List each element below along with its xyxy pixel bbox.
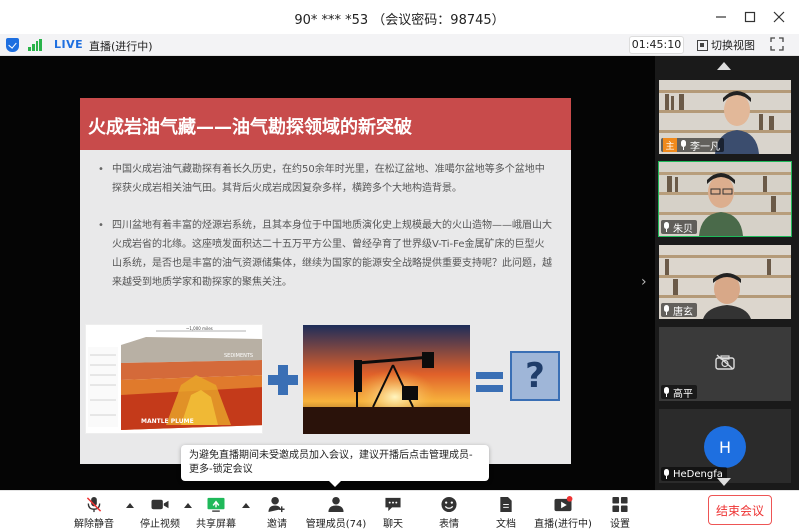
video-options-caret-icon[interactable] — [184, 503, 192, 508]
smiley-icon — [441, 496, 457, 513]
plus-sign — [268, 365, 298, 395]
mic-icon — [663, 222, 670, 232]
meeting-timer: 01:45:10 — [629, 36, 684, 54]
add-user-icon — [268, 496, 285, 513]
participant-tile[interactable]: H HeDengfa — [659, 409, 791, 483]
manage-members-label: 管理成员(74) — [305, 519, 367, 530]
meeting-title: 90* *** *53 （会议密码：98745） — [294, 13, 505, 28]
reactions-label: 表情 — [439, 519, 459, 530]
host-icon: 主 — [663, 138, 677, 152]
share-screen-button[interactable]: 共享屏幕 — [194, 496, 238, 530]
participant-name: 唐玄 — [673, 306, 693, 318]
participant-nameplate: 高平 — [661, 385, 697, 400]
chevron-right-icon[interactable]: › — [641, 274, 647, 290]
participant-tile[interactable]: 高平 — [659, 327, 791, 401]
security-shield-icon[interactable] — [6, 38, 19, 52]
camera-off-icon — [715, 354, 735, 370]
mic-icon — [663, 387, 670, 397]
chat-icon — [385, 497, 401, 512]
share-options-caret-icon[interactable] — [242, 503, 250, 508]
minimize-icon — [716, 16, 726, 18]
stop-video-label: 停止视频 — [140, 519, 180, 530]
maximize-icon — [744, 11, 756, 23]
settings-label: 设置 — [610, 519, 630, 530]
switch-view-label: 切换视图 — [711, 39, 755, 52]
pumpjack-image — [303, 325, 470, 434]
grid-view-icon — [697, 39, 708, 51]
slide-bullet: 四川盆地有着丰富的烃源岩系统，且其本身位于中国地质演化史上规模最大的火山造物——… — [98, 216, 554, 292]
invite-label: 邀请 — [267, 519, 287, 530]
close-icon — [773, 11, 785, 23]
slide-bullet: 中国火成岩油气藏勘探有着长久历史，在约50余年时光里，在松辽盆地、准噶尔盆地等多… — [98, 160, 554, 198]
meeting-toolbar: 解除静音 停止视频 共享屏幕 邀请 管理成员(74) 聊天 表情 文档 直播(进… — [0, 490, 799, 532]
gallery-scroll-down-icon[interactable] — [717, 478, 731, 486]
chat-label: 聊天 — [383, 519, 403, 530]
settings-grid-icon — [612, 496, 628, 513]
fullscreen-icon — [770, 37, 784, 51]
manage-members-button[interactable]: 管理成员(74) — [306, 496, 366, 530]
participant-name: 李一凡 — [690, 141, 720, 153]
live-status-text: 直播(进行中) — [89, 40, 153, 53]
tooltip-text: 为避免直播期间未受邀成员加入会议，建议开播后点击管理成员-更多-锁定会议 — [189, 450, 473, 475]
gallery-scroll-up-icon[interactable] — [717, 62, 731, 70]
participant-tile[interactable]: 主 李一凡 — [659, 80, 791, 154]
participant-nameplate: 唐玄 — [661, 303, 697, 318]
live-stream-button[interactable]: 直播(进行中) — [534, 496, 592, 530]
documents-label: 文档 — [496, 519, 516, 530]
slide-body: 中国火成岩油气藏勘探有着长久历史，在约50余年时光里，在松辽盆地、准噶尔盆地等多… — [98, 160, 554, 310]
sediments-label: SEDIMENTS — [224, 353, 253, 359]
audio-options-caret-icon[interactable] — [126, 503, 134, 508]
settings-button[interactable]: 设置 — [605, 496, 635, 530]
documents-button[interactable]: 文档 — [491, 496, 521, 530]
live-stream-label: 直播(进行中) — [534, 519, 592, 530]
mic-icon — [663, 469, 670, 479]
reactions-button[interactable]: 表情 — [434, 496, 464, 530]
question-mark-box: ? — [510, 351, 560, 401]
mantle-plume-diagram: ~1,000 miles SEDIMENTS MANTLE PLUME — [86, 325, 262, 433]
mic-icon — [663, 305, 670, 315]
presentation-slide: 火成岩油气藏——油气勘探领域的新突破 中国火成岩油气藏勘探有着长久历史，在约50… — [80, 98, 571, 464]
mic-icon — [680, 140, 687, 150]
mantle-plume-figure: ~1,000 miles SEDIMENTS MANTLE PLUME — [85, 324, 263, 434]
share-screen-icon — [207, 497, 225, 512]
close-button[interactable] — [768, 6, 790, 28]
switch-view-button[interactable]: 切换视图 — [697, 37, 755, 53]
signal-strength-icon[interactable] — [28, 39, 42, 51]
participant-nameplate: 主 李一凡 — [661, 138, 724, 153]
minimize-button[interactable] — [710, 6, 732, 28]
unmute-button[interactable]: 解除静音 — [72, 496, 116, 530]
participant-name: 高平 — [673, 388, 693, 400]
slide-header: 火成岩油气藏——油气勘探领域的新突破 — [80, 98, 571, 150]
participant-name: 朱贝 — [673, 223, 693, 235]
invite-button[interactable]: 邀请 — [260, 496, 294, 530]
video-camera-icon — [151, 499, 169, 510]
shared-screen-stage: 火成岩油气藏——油气勘探领域的新突破 中国火成岩油气藏勘探有着长久历史，在约50… — [0, 56, 655, 490]
participant-nameplate: 朱贝 — [661, 220, 697, 235]
chat-button[interactable]: 聊天 — [378, 496, 408, 530]
unmute-label: 解除静音 — [74, 519, 114, 530]
participant-name: HeDengfa — [673, 468, 723, 480]
lock-meeting-tooltip: 为避免直播期间未受邀成员加入会议，建议开播后点击管理成员-更多-锁定会议 — [181, 445, 489, 487]
slide-title: 火成岩油气藏——油气勘探领域的新突破 — [88, 117, 412, 138]
status-bar: LIVE 直播(进行中) 01:45:10 切换视图 — [0, 34, 799, 56]
maximize-button[interactable] — [739, 6, 761, 28]
oil-pumpjack-photo — [303, 325, 470, 434]
live-badge: LIVE — [54, 38, 84, 51]
mantle-plume-label: MANTLE PLUME — [141, 418, 194, 425]
participant-tile[interactable]: 朱贝 — [658, 161, 792, 237]
share-screen-label: 共享屏幕 — [196, 519, 236, 530]
equals-sign — [476, 372, 503, 392]
fullscreen-button[interactable] — [770, 37, 784, 51]
end-meeting-button[interactable]: 结束会议 — [708, 495, 772, 525]
scale-label: ~1,000 miles — [186, 326, 213, 331]
muted-mic-icon — [86, 496, 102, 513]
members-icon — [328, 496, 344, 513]
title-bar: 90* *** *53 （会议密码：98745） — [0, 0, 799, 34]
participant-gallery: 主 李一凡 朱贝 唐玄 高平 H HeDengfa — [655, 56, 799, 490]
participant-tile[interactable]: 唐玄 — [659, 245, 791, 319]
live-stream-icon — [554, 496, 573, 512]
document-icon — [500, 496, 512, 513]
stop-video-button[interactable]: 停止视频 — [138, 496, 182, 530]
avatar: H — [704, 426, 746, 468]
